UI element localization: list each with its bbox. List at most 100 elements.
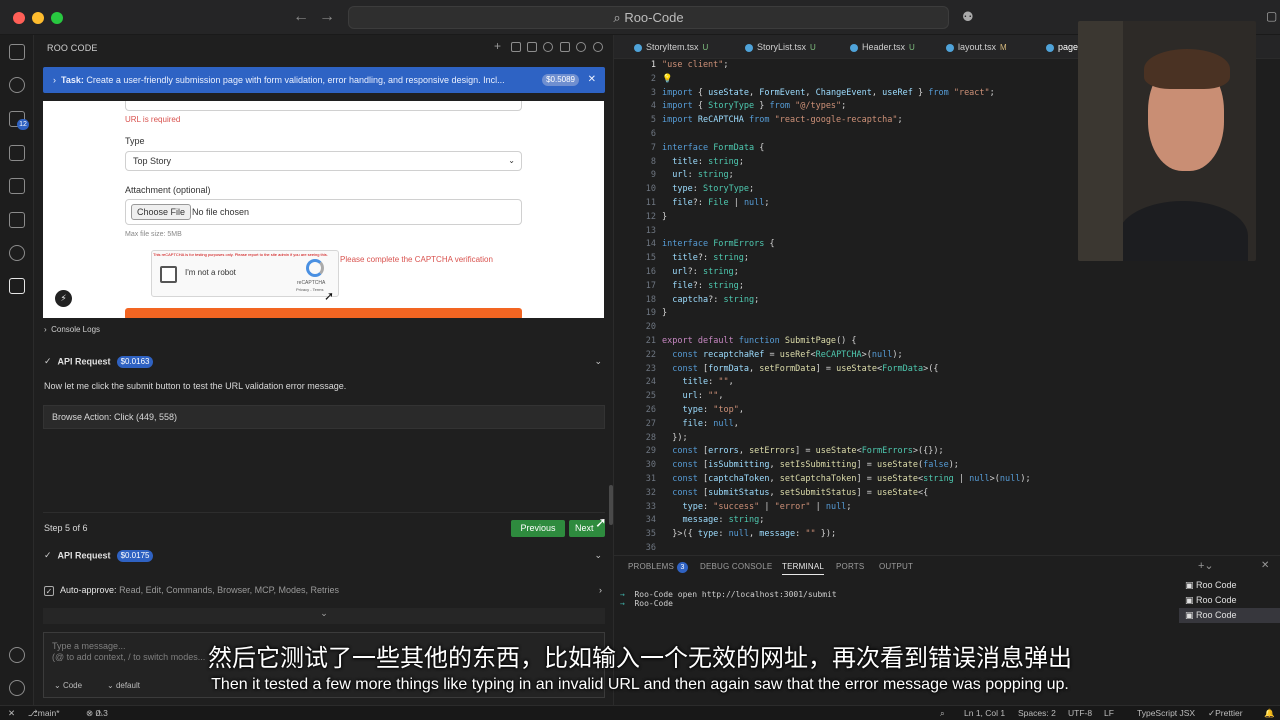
react-file-icon xyxy=(850,43,858,52)
code-line: "use client"; xyxy=(662,60,729,70)
tab-storyitem[interactable]: StoryItem.tsx U xyxy=(622,35,708,58)
tab-problems[interactable]: PROBLEMS 3 xyxy=(628,562,689,573)
cursor-position[interactable]: Ln 1, Col 1 xyxy=(964,706,1005,720)
subtitle-english: Then it tested a few more things like ty… xyxy=(211,676,1069,693)
code-line: const recaptchaRef = useRef<ReCAPTCHA>(n… xyxy=(672,349,903,360)
terminal-icon: ▣ xyxy=(1185,595,1197,605)
chevron-down-icon[interactable]: ⌄ xyxy=(594,550,602,561)
chevron-down-icon[interactable]: ⌄ xyxy=(594,356,602,367)
captcha-checkbox[interactable] xyxy=(160,266,177,283)
line-number: 5 xyxy=(650,115,656,126)
auto-approve-checkbox[interactable]: ✓ xyxy=(44,585,54,596)
encoding[interactable]: UTF-8 xyxy=(1068,706,1092,720)
url-field[interactable] xyxy=(125,101,522,111)
search-icon[interactable] xyxy=(9,77,25,93)
run-debug-icon[interactable] xyxy=(9,145,25,161)
code-line: url: string; xyxy=(672,170,734,181)
react-file-icon xyxy=(1046,43,1054,52)
prompts-icon[interactable] xyxy=(511,42,521,52)
presenter-hair xyxy=(1144,49,1230,89)
notifications-icon[interactable]: 🔔 xyxy=(1264,706,1275,720)
auto-approve-bar[interactable]: ✓ Auto-approve: Read, Edit, Commands, Bro… xyxy=(44,585,339,596)
captcha-notice: This reCAPTCHA is for testing purposes o… xyxy=(153,252,328,257)
line-number: 36 xyxy=(645,542,656,553)
search-icon: ⌕ xyxy=(613,10,625,25)
code-line: import { useState, FormEvent, ChangeEven… xyxy=(662,87,995,98)
tab-terminal[interactable]: TERMINAL xyxy=(782,562,825,575)
close-task-icon[interactable]: ✕ xyxy=(588,67,596,93)
task-header[interactable]: › Task: Create a user-friendly submissio… xyxy=(43,67,605,93)
console-logs-toggle[interactable]: › Console Logs xyxy=(44,325,100,334)
tab-ports[interactable]: PORTS xyxy=(836,562,864,571)
line-number: 33 xyxy=(645,501,656,512)
cost-badge: $0.0163 xyxy=(116,356,154,368)
tab-debug-console[interactable]: DEBUG CONSOLE xyxy=(700,562,772,571)
line-number: 17 xyxy=(645,280,656,291)
terminal-item[interactable]: ▣ Roo Code xyxy=(1179,578,1280,593)
new-terminal-icon[interactable]: +⌄ xyxy=(1198,559,1214,572)
close-panel-icon[interactable]: ✕ xyxy=(1261,560,1269,571)
forward-arrow-icon[interactable]: → xyxy=(319,8,335,26)
close-window-button[interactable] xyxy=(13,12,25,24)
formatter[interactable]: ✓ Prettier xyxy=(1208,706,1243,720)
code-line: title: "", xyxy=(682,377,734,388)
previous-button[interactable]: Previous xyxy=(511,520,565,537)
terminal-item[interactable]: ▣ Roo Code xyxy=(1179,608,1280,623)
copilot-icon[interactable]: ⚉ xyxy=(962,9,974,25)
tab-output[interactable]: OUTPUT xyxy=(879,562,913,571)
minimize-window-button[interactable] xyxy=(32,12,44,24)
settings-icon[interactable] xyxy=(576,42,586,52)
remote-explorer-icon[interactable] xyxy=(9,212,25,228)
webcam-overlay xyxy=(1078,21,1256,261)
scrollbar-thumb[interactable] xyxy=(609,485,613,525)
line-number: 2 xyxy=(650,73,656,84)
code-line: const [errors, setErrors] = useState<For… xyxy=(672,446,944,457)
explorer-icon[interactable] xyxy=(9,44,25,60)
code-line: url?: string; xyxy=(672,266,739,277)
prompt-arrow-icon: → xyxy=(620,599,635,608)
file-input[interactable]: Choose File No file chosen xyxy=(125,199,522,225)
maximize-window-button[interactable] xyxy=(51,12,63,24)
remote-icon[interactable]: ✕ xyxy=(8,706,15,720)
plus-icon[interactable]: + xyxy=(494,40,504,52)
next-dev-tools-icon[interactable]: ⚡ xyxy=(55,290,72,307)
tab-header[interactable]: Header.tsx U xyxy=(838,35,915,58)
eol[interactable]: LF xyxy=(1104,706,1114,720)
docker-icon[interactable] xyxy=(9,245,25,261)
type-select[interactable]: Top Story ⌄ xyxy=(125,151,522,171)
branch-indicator[interactable]: ⎇ main* xyxy=(28,706,60,720)
tab-storylist[interactable]: StoryList.tsx U xyxy=(733,35,816,58)
indentation[interactable]: Spaces: 2 xyxy=(1018,706,1056,720)
mcp-servers-icon[interactable] xyxy=(527,42,537,52)
back-arrow-icon[interactable]: ← xyxy=(293,8,309,26)
submit-button[interactable] xyxy=(125,308,522,318)
problems-indicator[interactable]: ⊗ 0 ⚠ 3 xyxy=(86,706,108,720)
language-mode[interactable]: TypeScript JSX xyxy=(1137,706,1195,720)
command-center[interactable]: ⌕ Roo-Code xyxy=(348,6,949,29)
chevron-right-icon[interactable]: › xyxy=(599,585,602,595)
code-line: } xyxy=(662,211,668,222)
tab-layout[interactable]: layout.tsx M xyxy=(934,35,1007,58)
api-request-2[interactable]: ✓ API Request $0.0175 xyxy=(44,550,154,562)
line-number: 23 xyxy=(645,363,656,374)
sidebar-title: ROO CODE xyxy=(47,43,98,53)
roo-rocket-icon[interactable] xyxy=(9,278,25,294)
code-content[interactable]: "use client"; 💡 import { useState, FormEve… xyxy=(662,59,1031,556)
layout-icon[interactable]: ▢ xyxy=(1266,9,1277,23)
zoom-icon[interactable]: ⌕ xyxy=(940,706,945,720)
code-line: captcha?: string; xyxy=(672,294,760,305)
choose-file-button[interactable]: Choose File xyxy=(131,204,192,220)
extensions-icon[interactable] xyxy=(9,178,25,194)
scroll-down-icon[interactable]: ⌄ xyxy=(43,608,605,624)
api-request-1[interactable]: ✓ API Request $0.0163 xyxy=(44,356,154,368)
max-size-hint: Max file size: 5MB xyxy=(125,231,182,238)
popout-icon[interactable] xyxy=(560,42,570,52)
terminal-output[interactable]: → Roo-Code open http://localhost:3001/su… xyxy=(620,590,837,608)
attachment-label: Attachment (optional) xyxy=(125,185,211,195)
tab-page[interactable]: page xyxy=(1034,35,1078,58)
history-icon[interactable] xyxy=(543,42,553,52)
terminal-item[interactable]: ▣ Roo Code xyxy=(1179,593,1280,608)
help-icon[interactable] xyxy=(593,42,603,52)
